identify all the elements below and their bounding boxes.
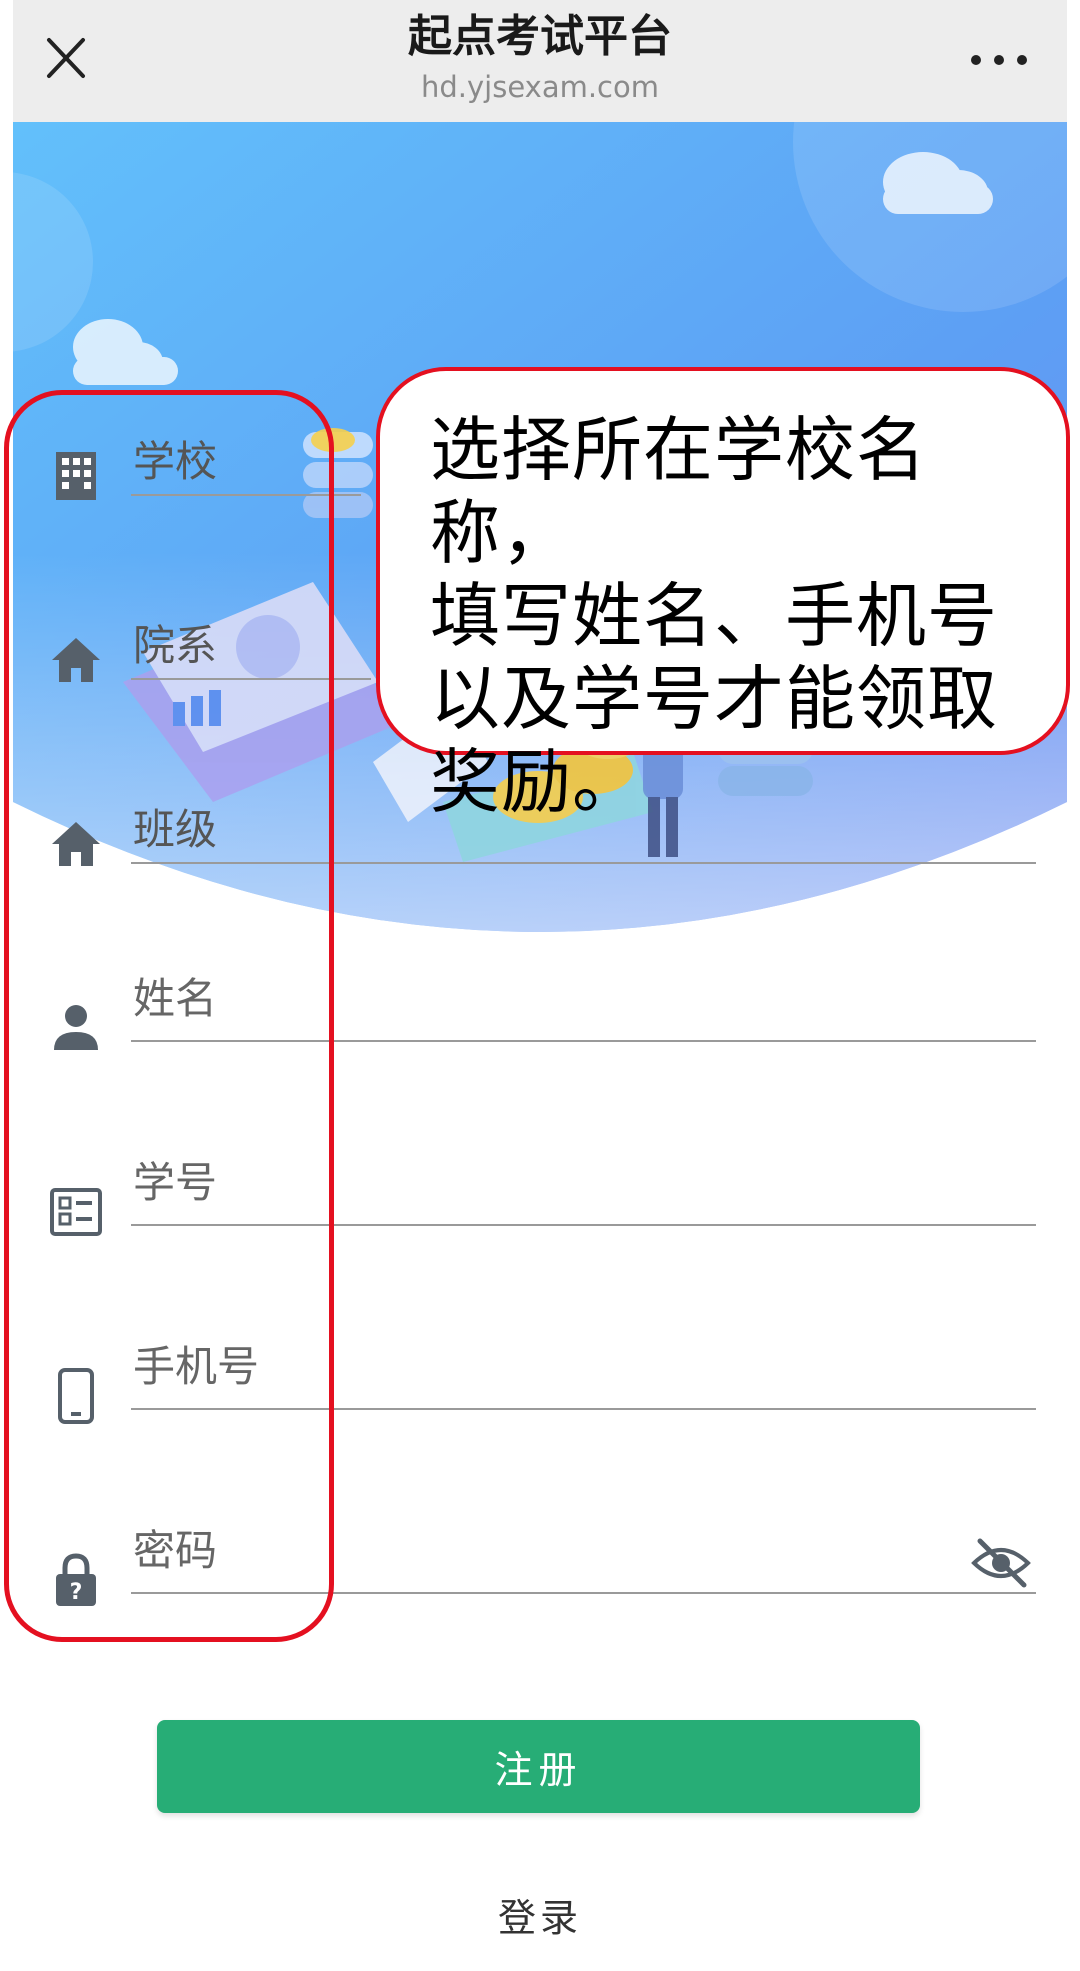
eye-off-icon <box>971 1538 1031 1588</box>
password-input[interactable] <box>131 1514 1036 1594</box>
phone-input[interactable] <box>131 1330 1036 1410</box>
name-input[interactable] <box>131 962 1036 1042</box>
login-link[interactable]: 登录 <box>0 1887 1080 1942</box>
page-title: 起点考试平台 <box>408 11 672 62</box>
lock-icon: ? <box>48 1552 104 1608</box>
register-button[interactable]: 注册 <box>157 1720 920 1813</box>
home-icon <box>48 816 104 872</box>
callout-line-3: 以及学号才能领取 <box>430 658 998 740</box>
page-url: hd.yjsexam.com <box>420 70 659 104</box>
callout-line-1: 选择所在学校名称， <box>430 409 927 574</box>
building-icon <box>48 448 104 504</box>
school-select[interactable]: 学校 <box>133 428 217 489</box>
annotation-callout: 选择所在学校名称， 填写姓名、手机号 以及学号才能领取 奖励。 <box>376 367 1070 823</box>
class-select[interactable]: 班级 <box>133 796 217 857</box>
svg-text:?: ? <box>70 1580 83 1605</box>
phone-icon <box>48 1368 104 1424</box>
toggle-password-visibility[interactable] <box>970 1535 1032 1591</box>
browser-header: 起点考试平台 hd.yjsexam.com <box>13 0 1067 122</box>
callout-line-4: 奖励。 <box>430 741 643 823</box>
class-underline <box>131 862 1036 864</box>
department-underline <box>131 678 371 680</box>
student-id-input[interactable] <box>131 1146 1036 1226</box>
home-icon <box>48 632 104 688</box>
callout-line-2: 填写姓名、手机号 <box>430 575 998 657</box>
department-select[interactable]: 院系 <box>133 612 217 673</box>
password-row: ? <box>0 1514 1080 1736</box>
more-button[interactable] <box>969 40 1029 80</box>
header-title-group: 起点考试平台 hd.yjsexam.com <box>13 8 1067 108</box>
person-icon <box>48 1000 104 1056</box>
school-underline <box>131 494 361 496</box>
id-card-icon <box>48 1184 104 1240</box>
